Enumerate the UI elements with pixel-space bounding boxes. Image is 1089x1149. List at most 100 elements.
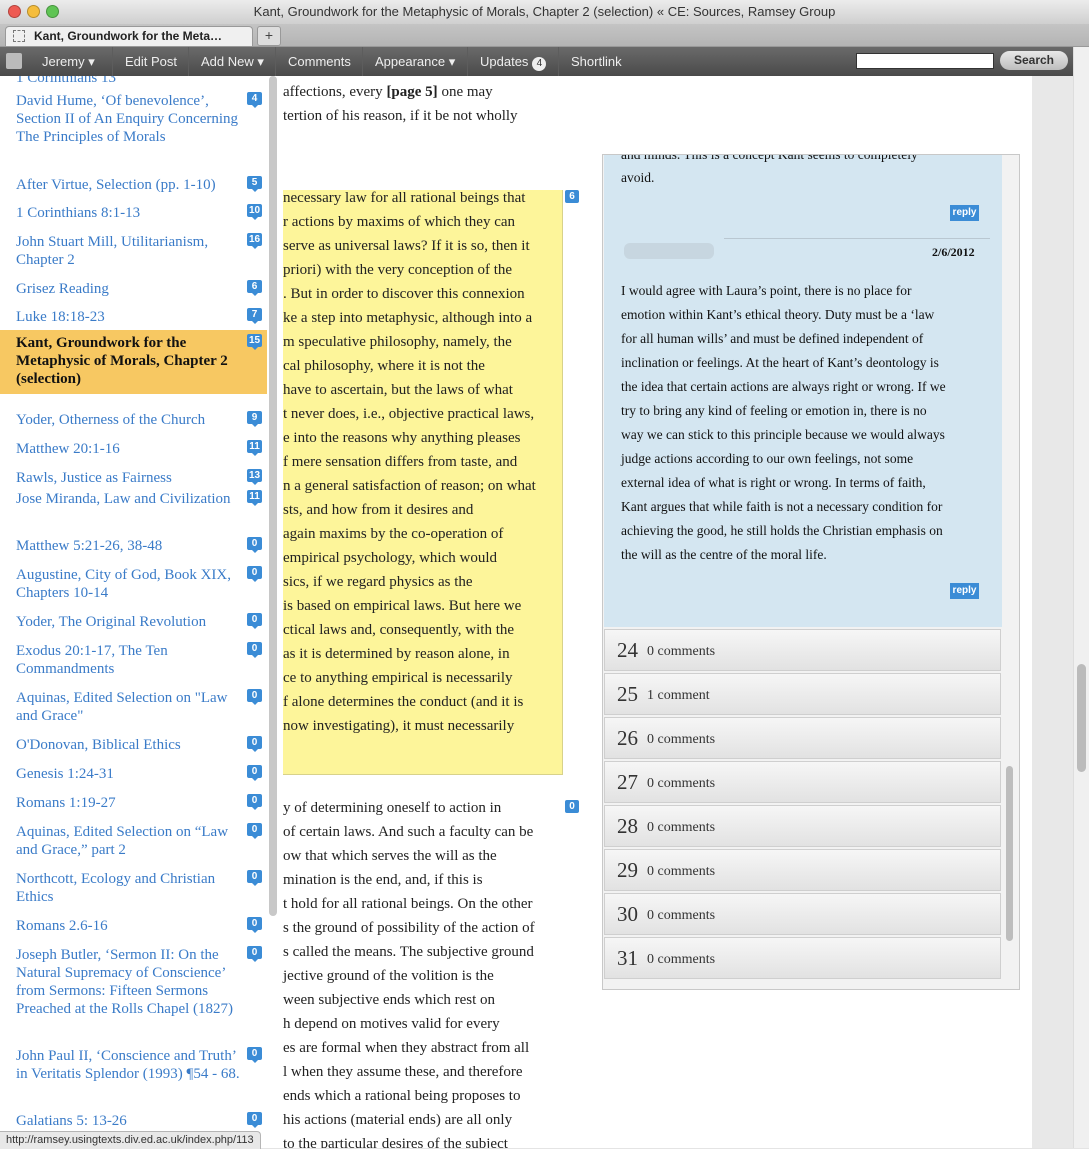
comment-count-badge: 0 xyxy=(247,765,262,781)
sidebar-item[interactable]: Matthew 20:1-16 11 xyxy=(0,440,267,462)
sidebar-item-label: Luke 18:18-23 xyxy=(16,309,105,325)
sidebar-item[interactable]: Northcott, Ecology and Christian Ethics 0 xyxy=(0,870,267,910)
article-line: of certain laws. And such a faculty can … xyxy=(283,824,534,840)
comment-count-badge: 4 xyxy=(247,92,262,108)
sidebar-item[interactable]: Augustine, City of God, Book XIX, Chapte… xyxy=(0,566,267,606)
sidebar-item[interactable]: Genesis 1:24-31 0 xyxy=(0,765,267,787)
article-line: ow that which serves the will as the xyxy=(283,848,497,864)
sidebar-item-label: Northcott, Ecology and Christian Ethics xyxy=(16,871,216,905)
page: affections, every [page 5] one may terti… xyxy=(0,76,1032,1148)
paragraph-comments-row[interactable]: 30 0 comments xyxy=(604,893,1001,935)
sidebar-item[interactable]: O'Donovan, Biblical Ethics 0 xyxy=(0,736,267,758)
new-tab-button[interactable]: + xyxy=(257,26,281,46)
admin-bar: Jeremy ▾ Edit Post Add New ▾ Comments Ap… xyxy=(0,47,1073,76)
search-input[interactable] xyxy=(856,53,994,69)
comment-count-badge: 5 xyxy=(247,176,262,192)
shortlink-link[interactable]: Shortlink xyxy=(558,47,634,76)
article-line: to the particular desires of the subject xyxy=(283,1136,508,1148)
paragraph-comments-row[interactable]: 24 0 comments xyxy=(604,629,1001,671)
comments-link[interactable]: Comments xyxy=(275,47,363,76)
sidebar-item[interactable]: John Stuart Mill, Utilitarianism, Chapte… xyxy=(0,233,267,273)
paragraph-number: 26 xyxy=(617,726,638,750)
sidebar-item-label: Jose Miranda, Law and Civilization xyxy=(16,491,231,507)
sidebar-item[interactable]: Grisez Reading 6 xyxy=(0,280,267,302)
article-line: f alone determines the conduct (and it i… xyxy=(283,694,524,710)
sidebar-item-partial[interactable]: 1 Corinthians 13 xyxy=(16,76,116,87)
paragraph-comments-row[interactable]: 31 0 comments xyxy=(604,937,1001,979)
comment-divider xyxy=(724,238,990,239)
sidebar-scrollbar[interactable] xyxy=(269,76,277,916)
sidebar-item[interactable]: 1 Corinthians 8:1-13 10 xyxy=(0,204,267,226)
sidebar-item-label: Yoder, Otherness of the Church xyxy=(16,412,206,428)
comment-count-badge: 0 xyxy=(247,917,262,933)
sidebar-item[interactable]: Luke 18:18-23 7 xyxy=(0,308,267,330)
sidebar-item-label: O'Donovan, Biblical Ethics xyxy=(16,737,181,753)
sidebar-item-active[interactable]: Kant, Groundwork for the Metaphysic of M… xyxy=(0,330,267,394)
sidebar-item[interactable]: Rawls, Justice as Fairness 13 xyxy=(0,469,267,491)
sidebar-item[interactable]: Jose Miranda, Law and Civilization 11 xyxy=(0,490,267,530)
comment-count-badge: 10 xyxy=(247,204,262,220)
sidebar-item-label: Grisez Reading xyxy=(16,281,109,297)
search-button[interactable]: Search xyxy=(1000,51,1068,70)
article-line: tertion of his reason, if it be not whol… xyxy=(283,108,518,124)
sidebar-item[interactable]: Matthew 5:21-26, 38-48 0 xyxy=(0,537,267,559)
sidebar-item[interactable]: Romans 1:19-27 0 xyxy=(0,794,267,816)
tab-label: Kant, Groundwork for the Meta… xyxy=(34,29,223,43)
paragraph-comment-count-label: 0 comments xyxy=(647,908,716,923)
paragraph-comments-row[interactable]: 28 0 comments xyxy=(604,805,1001,847)
reply-button[interactable]: reply xyxy=(950,583,979,599)
paragraph-number: 27 xyxy=(617,770,638,794)
article-line: f mere sensation differs from taste, and xyxy=(283,454,518,470)
sidebar-item[interactable]: Aquinas, Edited Selection on "Law and Gr… xyxy=(0,689,267,729)
sidebar-item[interactable]: After Virtue, Selection (pp. 1-10) 5 xyxy=(0,176,267,198)
article-line: empirical psychology, which would xyxy=(283,550,497,566)
paragraph-comments-row[interactable]: 27 0 comments xyxy=(604,761,1001,803)
user-menu[interactable]: Jeremy ▾ xyxy=(30,47,107,76)
comment-count-badge: 0 xyxy=(247,794,262,810)
reply-button[interactable]: reply xyxy=(950,205,979,221)
sidebar-item[interactable]: Aquinas, Edited Selection on “Law and Gr… xyxy=(0,823,267,863)
article-line: n a general satisfaction of reason; on w… xyxy=(283,478,536,494)
article-line: is based on empirical laws. But here we xyxy=(283,598,522,614)
sidebar-item[interactable]: Romans 2.6-16 0 xyxy=(0,917,267,939)
comment-text-line: try to bring any kind of feeling or emot… xyxy=(621,403,927,418)
comment-count-badge: 0 xyxy=(247,1112,262,1128)
sidebar-item[interactable]: Yoder, Otherness of the Church 9 xyxy=(0,411,267,433)
sidebar-item[interactable]: Yoder, The Original Revolution 0 xyxy=(0,613,267,635)
comment-text-line: and minds. This is a concept Kant seems … xyxy=(621,154,918,162)
comment-count-badge: 0 xyxy=(247,537,262,553)
paragraph-comment-count[interactable]: 0 xyxy=(565,800,579,813)
window-scrollbar-thumb[interactable] xyxy=(1077,664,1086,772)
comment-thread: and minds. This is a concept Kant seems … xyxy=(604,155,1002,627)
paragraph-comments-row[interactable]: 26 0 comments xyxy=(604,717,1001,759)
page-icon xyxy=(13,30,25,42)
paragraph-comment-count[interactable]: 6 xyxy=(565,190,579,203)
comment-count-badge: 0 xyxy=(247,736,262,752)
comment-count-badge: 7 xyxy=(247,308,262,324)
sidebar-item-label: John Paul II, ‘Conscience and Truth’ in … xyxy=(16,1048,240,1082)
comment-count-badge: 0 xyxy=(247,613,262,629)
appearance-menu[interactable]: Appearance ▾ xyxy=(362,47,467,76)
sidebar-item[interactable]: Joseph Butler, ‘Sermon II: On the Natura… xyxy=(0,946,267,1040)
edit-post-link[interactable]: Edit Post xyxy=(112,47,189,76)
add-new-menu[interactable]: Add New ▾ xyxy=(188,47,276,76)
updates-link[interactable]: Updates 4 xyxy=(467,47,558,76)
paragraph-comment-count-label: 0 comments xyxy=(647,776,716,791)
comment-text-line: Kant argues that while faith is not a ne… xyxy=(621,499,943,514)
avatar[interactable] xyxy=(6,53,22,69)
article-line: t hold for all rational beings. On the o… xyxy=(283,896,533,912)
sidebar-item[interactable]: David Hume, ‘Of benevolence’, Section II… xyxy=(0,92,267,164)
paragraph-comments-row[interactable]: 25 1 comment xyxy=(604,673,1001,715)
comment-count-badge: 6 xyxy=(247,280,262,296)
article-line: his actions (material ends) are all only xyxy=(283,1112,513,1128)
paragraph-comments-row[interactable]: 29 0 comments xyxy=(604,849,1001,891)
sidebar-item-label: Aquinas, Edited Selection on “Law and Gr… xyxy=(16,824,229,858)
article-line: priori) with the very conception of the xyxy=(283,262,513,278)
window-scrollbar-track[interactable] xyxy=(1073,47,1089,1148)
panel-scrollbar[interactable] xyxy=(1006,766,1013,941)
sidebar-item[interactable]: Exodus 20:1-17, The Ten Commandments 0 xyxy=(0,642,267,682)
article-line: es are formal when they abstract from al… xyxy=(283,1040,530,1056)
sidebar-item[interactable]: John Paul II, ‘Conscience and Truth’ in … xyxy=(0,1047,267,1105)
tab-active[interactable]: Kant, Groundwork for the Meta… xyxy=(5,26,253,46)
sidebar-item-label: 1 Corinthians 8:1-13 xyxy=(16,205,141,221)
